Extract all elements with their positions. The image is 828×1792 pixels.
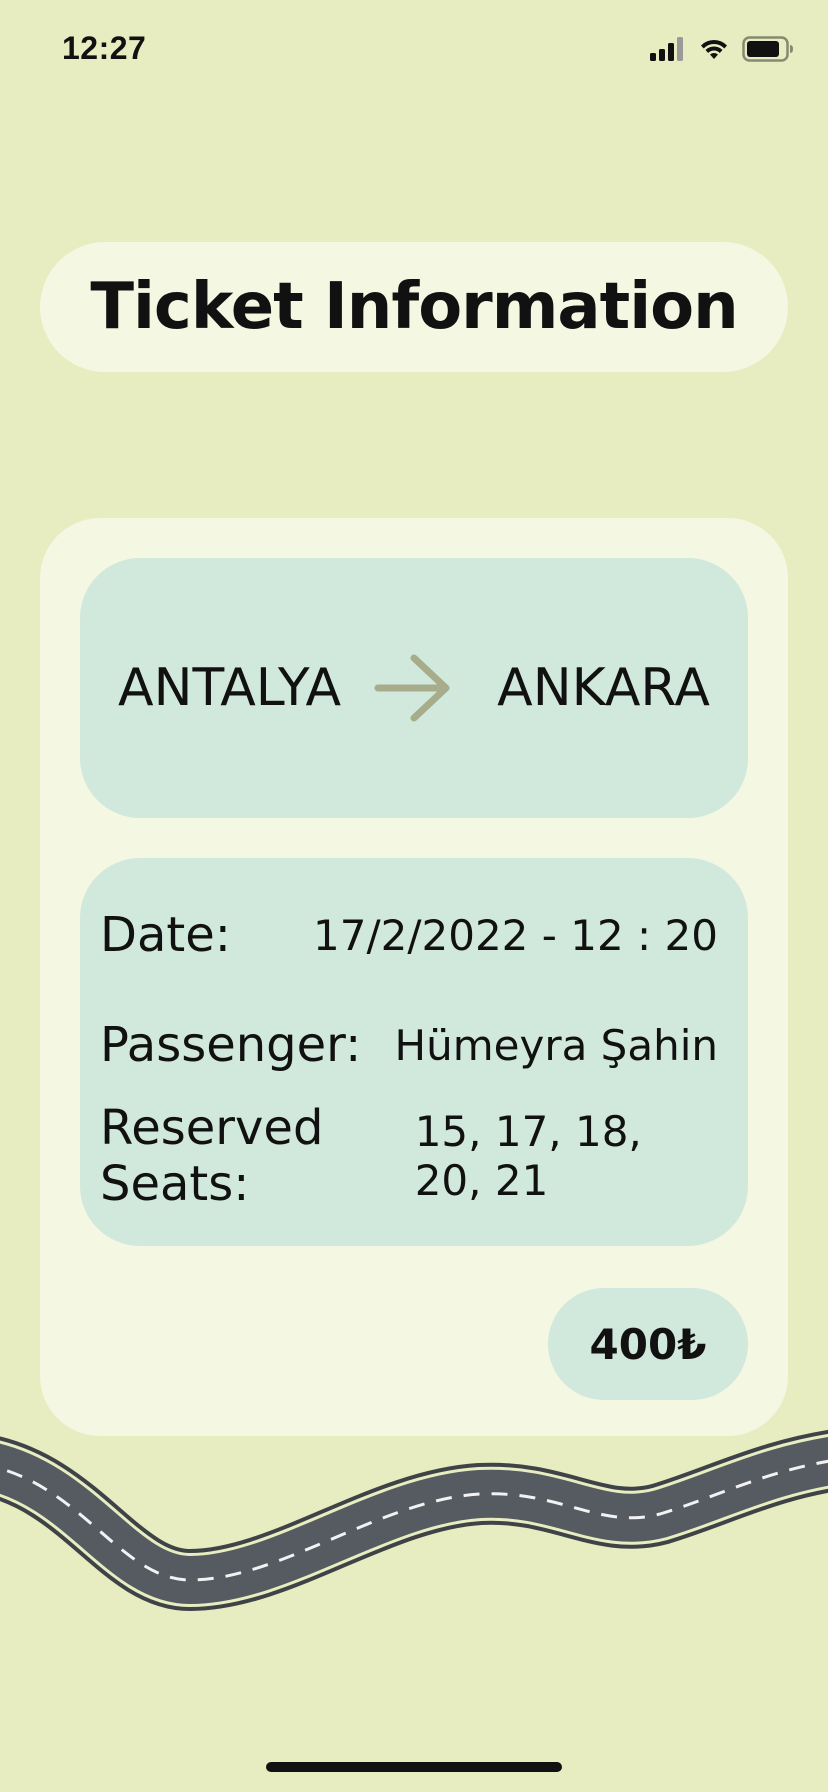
- home-indicator[interactable]: [266, 1762, 562, 1772]
- battery-icon: [742, 36, 793, 62]
- wifi-icon: [701, 39, 727, 59]
- route-destination: ANKARA: [497, 658, 710, 718]
- signal-icon: [650, 37, 683, 61]
- status-bar: 12:27: [0, 0, 828, 100]
- arrow-right-icon: [374, 654, 450, 722]
- status-time: 12:27: [62, 30, 147, 66]
- price-badge: 400₺: [548, 1288, 748, 1400]
- date-label: Date:: [100, 907, 231, 963]
- seats-label: Reserved Seats:: [100, 1100, 324, 1212]
- passenger-label: Passenger:: [100, 1017, 362, 1073]
- date-row: Date: 17/2/2022 - 12 : 20: [100, 900, 718, 970]
- page-title: Ticket Information: [90, 270, 738, 344]
- status-icons: [650, 34, 794, 64]
- title-banner: Ticket Information: [40, 242, 788, 372]
- route-panel: ANTALYA ANKARA: [80, 558, 748, 818]
- ticket-card: ANTALYA ANKARA Date: 17/2/2022 - 12 : 20…: [40, 518, 788, 1436]
- passenger-row: Passenger: Hümeyra Şahin: [100, 1010, 718, 1080]
- details-panel: Date: 17/2/2022 - 12 : 20 Passenger: Hüm…: [80, 858, 748, 1246]
- date-value: 17/2/2022 - 12 : 20: [313, 910, 718, 960]
- passenger-value: Hümeyra Şahin: [394, 1020, 718, 1070]
- road-illustration: [0, 1429, 828, 1612]
- seats-value: 15, 17, 18, 20, 21: [414, 1107, 642, 1205]
- seats-row: Reserved Seats: 15, 17, 18, 20, 21: [100, 1100, 718, 1212]
- route-origin: ANTALYA: [118, 658, 342, 718]
